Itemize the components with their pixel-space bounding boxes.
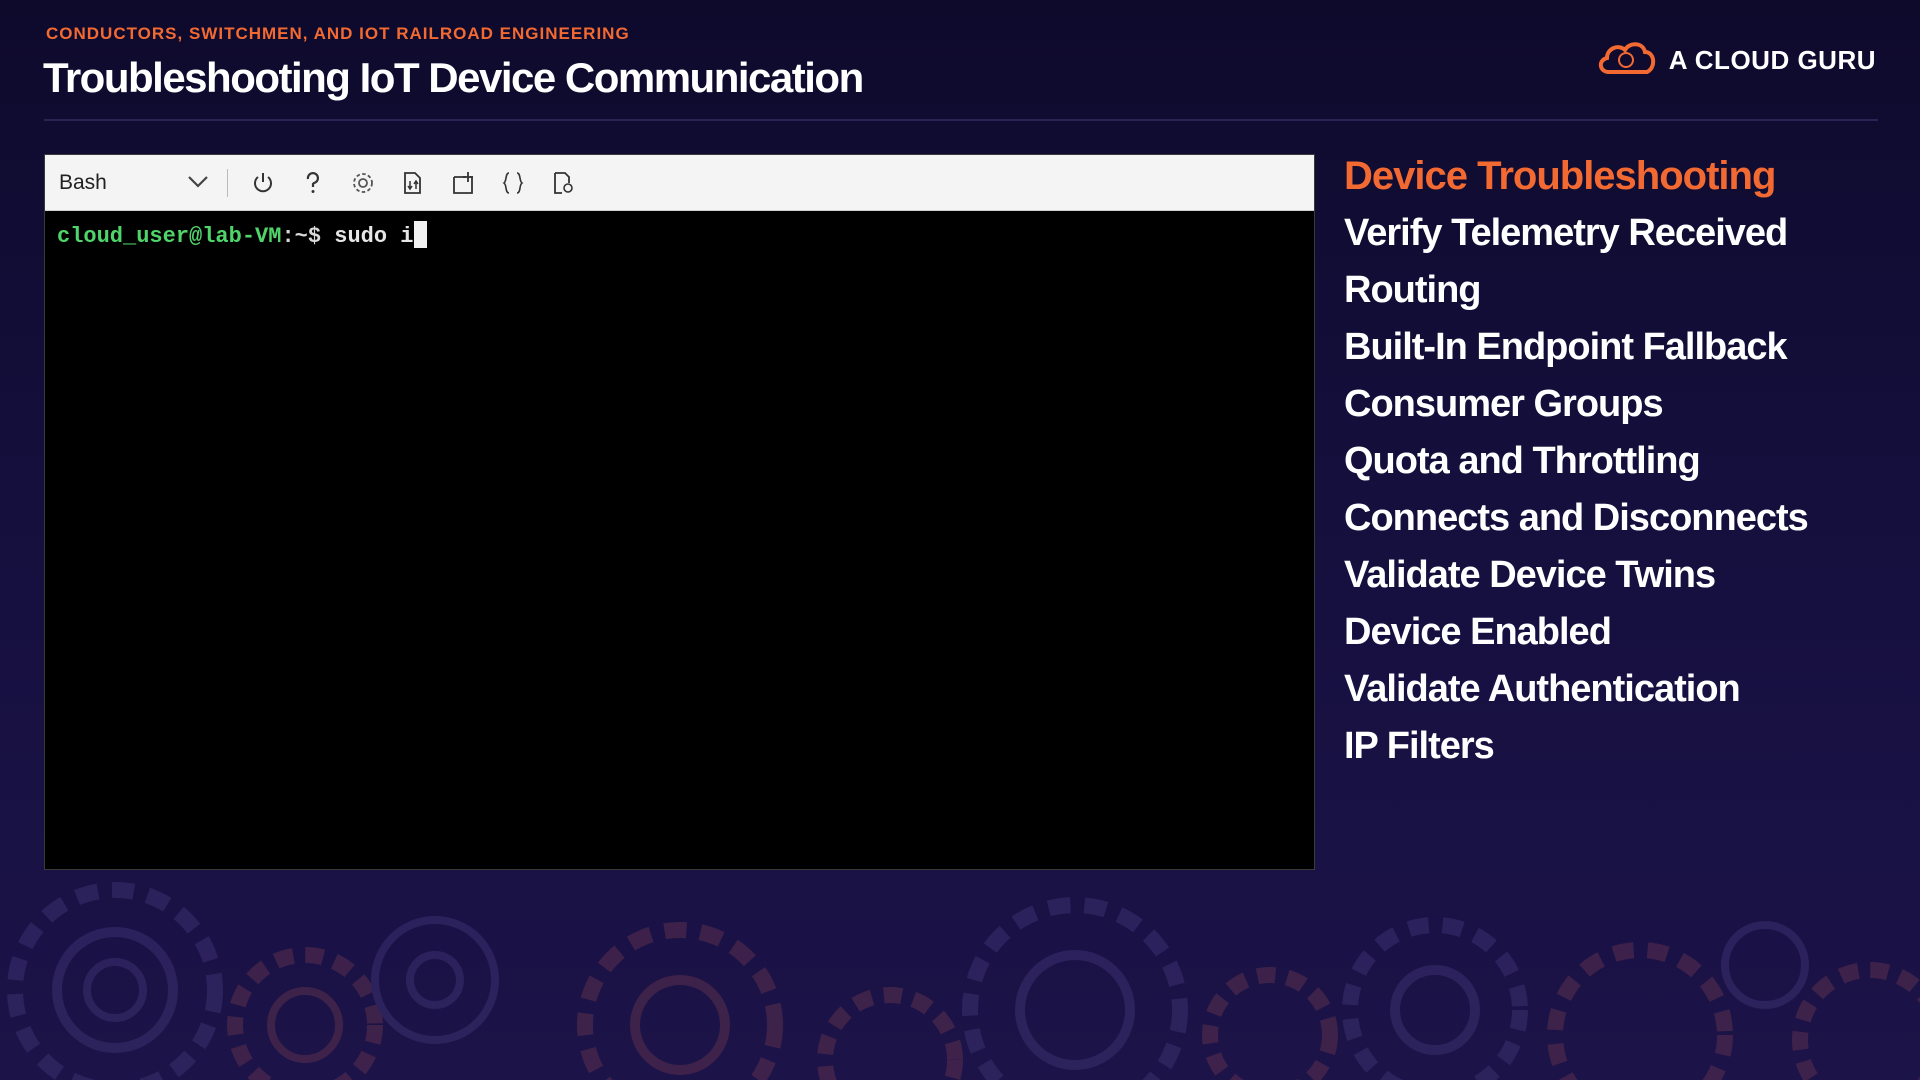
open-new-session-icon — [453, 171, 473, 194]
cloud-shell-terminal[interactable]: Bash cloud_user@lab-VM:~$ sudo i — [44, 154, 1315, 870]
text-cursor — [414, 221, 428, 248]
brand-name: A CLOUD GURU — [1668, 45, 1876, 75]
topic-item: Built-In Endpoint Fallback — [1344, 326, 1788, 368]
topic-list: Device Troubleshooting Verify Telemetry … — [1344, 148, 1904, 775]
editor-braces-icon — [502, 171, 524, 194]
cloud-logo-icon — [1595, 38, 1657, 83]
topic-item-active: Device Troubleshooting — [1344, 154, 1776, 198]
gears-decoration — [7, 882, 1920, 1080]
settings-icon — [353, 172, 373, 193]
help-button[interactable] — [288, 163, 338, 203]
power-icon — [254, 172, 272, 192]
topic-item: Quota and Throttling — [1344, 440, 1701, 482]
restart-button[interactable] — [238, 163, 288, 203]
toolbar-separator — [227, 168, 228, 197]
topic-item: Verify Telemetry Received — [1344, 212, 1788, 254]
prompt-user: cloud_user@lab-VM — [57, 224, 282, 249]
topic-item: Device Enabled — [1344, 611, 1612, 653]
open-new-session-button[interactable] — [438, 163, 488, 203]
shell-selector[interactable]: Bash — [59, 163, 219, 203]
topic-item: Consumer Groups — [1344, 383, 1664, 425]
header-divider — [44, 119, 1878, 121]
upload-download-icon — [404, 171, 421, 194]
topic-item: Validate Authentication — [1344, 668, 1741, 710]
upload-download-button[interactable] — [388, 163, 438, 203]
topic-item: Connects and Disconnects — [1344, 497, 1809, 539]
help-icon — [306, 171, 319, 193]
topic-item: IP Filters — [1344, 725, 1495, 767]
course-eyebrow: CONDUCTORS, SWITCHMEN, AND IOT RAILROAD … — [46, 24, 630, 43]
web-preview-button[interactable] — [538, 163, 588, 203]
terminal-output[interactable]: cloud_user@lab-VM:~$ sudo i — [45, 211, 1314, 260]
settings-button[interactable] — [338, 163, 388, 203]
chevron-down-icon — [187, 171, 209, 195]
web-preview-icon — [554, 171, 573, 194]
prompt-suffix: :~$ — [281, 224, 322, 249]
brand-logo: A CLOUD GURU — [1595, 38, 1876, 83]
editor-button[interactable] — [488, 163, 538, 203]
command-input[interactable]: sudo i — [334, 224, 413, 249]
shell-selector-label: Bash — [59, 170, 107, 194]
topic-item: Routing — [1344, 269, 1482, 311]
page-title: Troubleshooting IoT Device Communication — [43, 54, 864, 101]
topic-item: Validate Device Twins — [1344, 554, 1716, 596]
terminal-toolbar: Bash — [45, 155, 1314, 211]
